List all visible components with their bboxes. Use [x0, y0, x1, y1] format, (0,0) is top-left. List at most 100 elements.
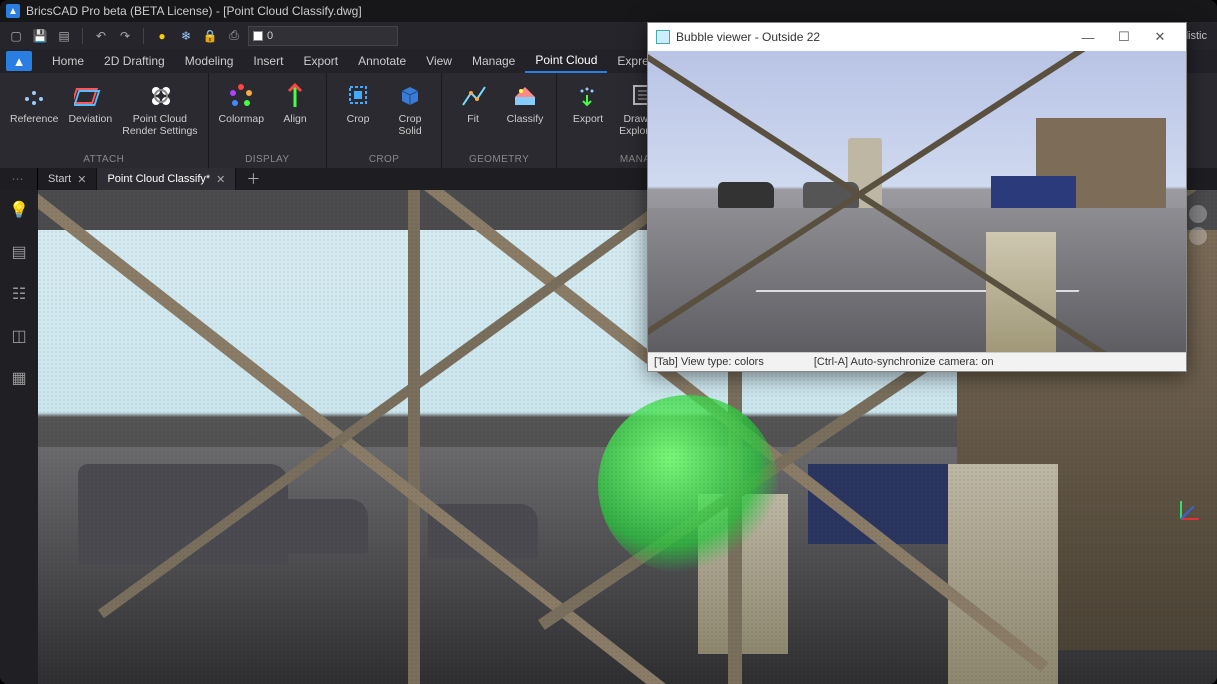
start-menu-button[interactable]: ▲ — [6, 51, 32, 71]
lock-icon[interactable]: 🔒 — [200, 26, 220, 46]
tabstrip-handle: ⋯ — [0, 168, 38, 190]
ribbon-group-label: GEOMETRY — [448, 152, 550, 168]
vehicle — [991, 176, 1076, 208]
fit-icon — [457, 79, 489, 111]
crop-solid-icon — [394, 79, 426, 111]
ribbon-group-geometry: Fit Classify GEOMETRY — [442, 73, 557, 168]
menu-tab-point-cloud[interactable]: Point Cloud — [525, 49, 607, 73]
reference-button[interactable]: Reference — [6, 75, 62, 125]
beam — [408, 190, 420, 684]
menu-tab-insert[interactable]: Insert — [243, 49, 293, 73]
left-sidebar: 💡 ▤ ☷ ◫ ▦ — [0, 190, 38, 684]
freeze-icon[interactable]: ❄ — [176, 26, 196, 46]
bulb-icon[interactable]: ● — [152, 26, 172, 46]
gizmo-button[interactable] — [1189, 205, 1207, 223]
sidebar-structure-icon[interactable]: ☷ — [7, 282, 31, 306]
bubble-viewer-statusbar: [Tab] View type: colors [Ctrl-A] Auto-sy… — [648, 352, 1186, 371]
close-tab-icon[interactable]: ✕ — [216, 173, 225, 186]
ribbon-label: Deviation — [68, 113, 112, 125]
new-tab-button[interactable]: ＋ — [236, 169, 270, 189]
print-icon[interactable]: ⎙ — [224, 26, 244, 46]
doc-tab-label: Start — [48, 173, 71, 185]
fit-button[interactable]: Fit — [448, 75, 498, 125]
menu-tab-home[interactable]: Home — [42, 49, 94, 73]
menu-tab-manage[interactable]: Manage — [462, 49, 525, 73]
undo-icon[interactable]: ↶ — [91, 26, 111, 46]
crop-button[interactable]: Crop — [333, 75, 383, 125]
sidebar-bulb-icon[interactable]: 💡 — [7, 198, 31, 222]
classify-icon — [509, 79, 541, 111]
layer-name: 0 — [267, 30, 273, 42]
ribbon-group-attach: Reference Deviation Point Cloud Render S… — [0, 73, 209, 168]
classify-button[interactable]: Classify — [500, 75, 550, 125]
export-icon — [572, 79, 604, 111]
align-icon — [279, 79, 311, 111]
ribbon-label: Align — [283, 113, 306, 125]
view-gizmo[interactable] — [1189, 205, 1207, 253]
deviation-icon — [74, 79, 106, 111]
status-autosync: [Ctrl-A] Auto-synchronize camera: on — [814, 356, 994, 368]
ucs-axis-icon[interactable] — [1169, 506, 1197, 534]
doc-tab-start[interactable]: Start ✕ — [38, 168, 97, 190]
separator — [82, 28, 83, 44]
doc-tab-label: Point Cloud Classify* — [107, 173, 210, 185]
close-icon[interactable]: ✕ — [1142, 23, 1178, 51]
bubble-viewer-icon — [656, 30, 670, 44]
minimize-icon[interactable]: — — [1070, 23, 1106, 51]
ribbon-label: Reference — [10, 113, 58, 125]
colormap-icon — [225, 79, 257, 111]
sidebar-sheet-icon[interactable]: ▤ — [7, 240, 31, 264]
new-file-icon[interactable]: ▢ — [6, 26, 26, 46]
deviation-button[interactable]: Deviation — [64, 75, 116, 125]
pillar-base — [948, 464, 1058, 684]
redo-icon[interactable]: ↷ — [115, 26, 135, 46]
layer-selector[interactable]: 0 — [248, 26, 398, 46]
sidebar-grid-icon[interactable]: ▦ — [7, 366, 31, 390]
ribbon-label: Export — [573, 113, 603, 125]
menu-tab-modeling[interactable]: Modeling — [175, 49, 244, 73]
layer-color-swatch — [253, 31, 263, 41]
align-button[interactable]: Align — [270, 75, 320, 125]
menu-tab-annotate[interactable]: Annotate — [348, 49, 416, 73]
colormap-button[interactable]: Colormap — [215, 75, 269, 125]
close-tab-icon[interactable]: ✕ — [77, 173, 86, 186]
app-title: BricsCAD Pro beta (BETA License) - [Poin… — [26, 4, 362, 18]
crop-icon — [342, 79, 374, 111]
save-icon[interactable]: 💾 — [30, 26, 50, 46]
maximize-icon[interactable]: ☐ — [1106, 23, 1142, 51]
bubble-viewer-viewport[interactable] — [648, 51, 1186, 352]
bubble-viewer-title: Bubble viewer - Outside 22 — [676, 30, 820, 44]
ribbon-label: Colormap — [219, 113, 265, 125]
ribbon-group-label: ATTACH — [6, 152, 202, 168]
app-logo-icon: ▲ — [6, 4, 20, 18]
ribbon-label: Crop — [347, 113, 370, 125]
vehicle — [718, 182, 774, 208]
separator — [143, 28, 144, 44]
pillar-base — [986, 232, 1056, 352]
menu-tab-export[interactable]: Export — [293, 49, 348, 73]
bubble-viewer-titlebar[interactable]: Bubble viewer - Outside 22 — ☐ ✕ — [648, 23, 1186, 51]
render-settings-button[interactable]: Point Cloud Render Settings — [118, 75, 201, 137]
render-settings-icon — [144, 79, 176, 111]
vehicle — [258, 499, 368, 554]
sidebar-cube-icon[interactable]: ◫ — [7, 324, 31, 348]
status-view-type: [Tab] View type: colors — [654, 356, 764, 368]
title-bar: ▲ BricsCAD Pro beta (BETA License) - [Po… — [0, 0, 1217, 22]
reference-icon — [18, 79, 50, 111]
menu-tab-2d-drafting[interactable]: 2D Drafting — [94, 49, 175, 73]
ribbon-group-label: CROP — [333, 152, 435, 168]
ribbon-label: Point Cloud Render Settings — [122, 113, 197, 137]
bubble-marker[interactable] — [598, 395, 778, 575]
menu-tab-view[interactable]: View — [416, 49, 462, 73]
ribbon-group-label: DISPLAY — [215, 152, 321, 168]
ribbon-label: Crop Solid — [398, 113, 421, 137]
doc-tab-pointcloud[interactable]: Point Cloud Classify* ✕ — [97, 168, 236, 190]
bubble-viewer-window[interactable]: Bubble viewer - Outside 22 — ☐ ✕ [Tab] V… — [647, 22, 1187, 372]
crop-solid-button[interactable]: Crop Solid — [385, 75, 435, 137]
export-button[interactable]: Export — [563, 75, 613, 125]
ribbon-group-display: Colormap Align DISPLAY — [209, 73, 328, 168]
ribbon-group-crop: Crop Crop Solid CROP — [327, 73, 442, 168]
gizmo-button[interactable] — [1189, 227, 1207, 245]
ribbon-label: Fit — [467, 113, 479, 125]
open-icon[interactable]: ▤ — [54, 26, 74, 46]
